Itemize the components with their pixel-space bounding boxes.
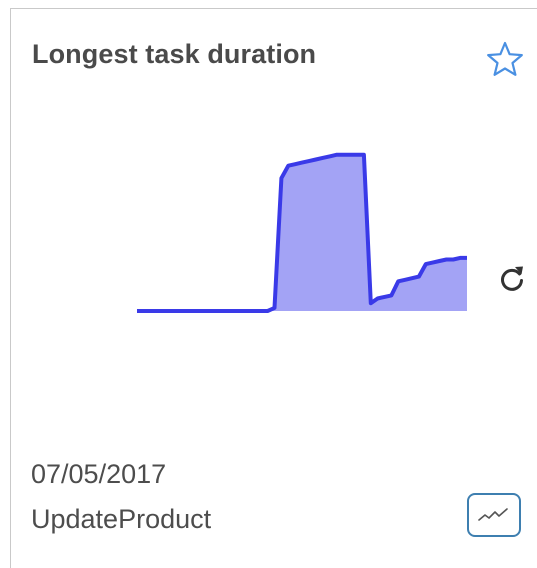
sparkline-area [137, 154, 467, 311]
refresh-icon[interactable] [497, 262, 527, 294]
task-name: UpdateProduct [31, 504, 212, 534]
trend-line-icon [478, 508, 508, 521]
sparkline-chart [137, 152, 467, 313]
star-icon[interactable] [485, 40, 525, 78]
task-date: 07/05/2017 [31, 459, 167, 489]
widget-card: Longest task duration 07/05/2017 UpdateP… [10, 8, 537, 568]
trend-button[interactable] [467, 493, 521, 537]
widget-title: Longest task duration [32, 39, 317, 69]
